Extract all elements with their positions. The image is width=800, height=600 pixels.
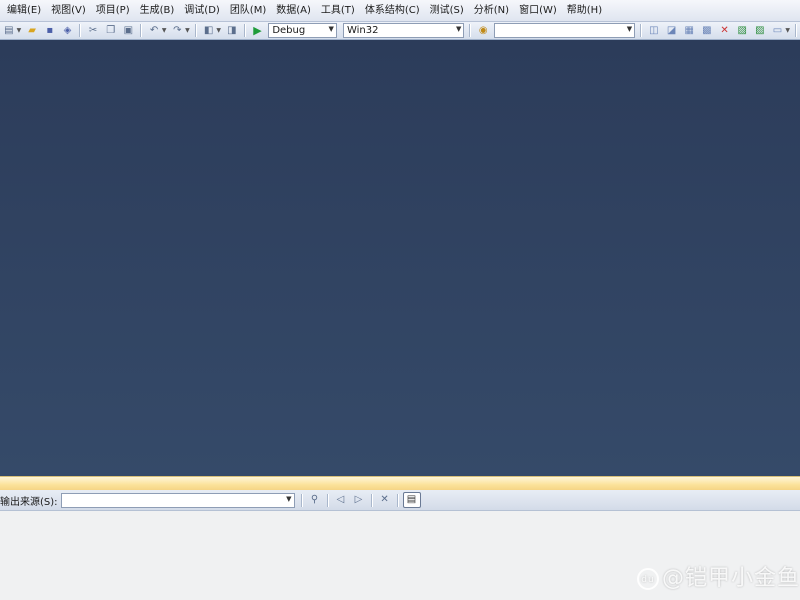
watermark: du @铠甲小金鱼	[636, 560, 800, 592]
navigate-backward-dropdown-icon[interactable]: ▼	[216, 27, 221, 34]
editor-workspace	[0, 40, 800, 476]
toolbar-separator	[194, 24, 197, 37]
solution-configuration-select[interactable]: Debug ▼	[268, 23, 337, 38]
tools-icon[interactable]: ✕	[717, 24, 733, 38]
menu-window[interactable]: 窗口(W)	[514, 2, 562, 20]
new-project-dropdown-icon[interactable]: ▼	[17, 27, 22, 34]
redo-icon[interactable]: ↷	[169, 24, 185, 38]
menu-view[interactable]: 视图(V)	[46, 2, 91, 20]
find-in-files-icon[interactable]: ◉	[475, 24, 491, 38]
save-all-icon[interactable]: ◈	[60, 24, 76, 38]
object-browser-icon[interactable]: ▦	[681, 24, 697, 38]
output-source-label: 输出来源(S):	[0, 496, 58, 508]
toggle-word-wrap-icon[interactable]: ▤	[402, 492, 421, 508]
menu-bar: 编辑(E) 视图(V) 项目(P) 生成(B) 调试(D) 团队(M) 数据(A…	[0, 0, 800, 22]
menu-team[interactable]: 团队(M)	[225, 2, 271, 20]
start-page-icon[interactable]: ▧	[734, 24, 750, 38]
baidu-paw-icon: du	[636, 568, 659, 590]
output-source-select[interactable]: ▼	[60, 492, 295, 508]
toolbox-icon[interactable]: ▩	[699, 24, 715, 38]
find-combo[interactable]: ▼	[494, 23, 636, 38]
menu-tools[interactable]: 工具(T)	[316, 2, 360, 20]
toolbar-separator	[326, 493, 329, 507]
menu-debug[interactable]: 调试(D)	[179, 2, 225, 20]
find-message-icon[interactable]: ⚲	[307, 493, 323, 507]
toolbar-separator	[640, 24, 643, 37]
save-icon[interactable]: ▪	[42, 24, 58, 38]
next-message-icon[interactable]: ▷	[351, 493, 367, 507]
menu-edit[interactable]: 编辑(E)	[2, 2, 46, 20]
toolbar-separator	[140, 24, 143, 37]
panel-splitter[interactable]	[0, 476, 800, 490]
clear-all-icon[interactable]: ✕	[377, 493, 393, 507]
command-window-icon[interactable]: ▭	[770, 24, 786, 38]
solution-platform-value: Win32	[346, 25, 379, 36]
menu-build[interactable]: 生成(B)	[135, 2, 180, 20]
solution-configuration-value: Debug	[272, 25, 306, 36]
navigate-forward-icon[interactable]: ◨	[224, 24, 240, 38]
solution-platform-select[interactable]: Win32 ▼	[342, 23, 465, 38]
solution-explorer-icon[interactable]: ◫	[646, 24, 662, 38]
menu-project[interactable]: 项目(P)	[91, 2, 135, 20]
toolbar-separator	[243, 24, 246, 37]
toolbar-separator	[396, 493, 399, 507]
open-folder-icon[interactable]: ▰	[24, 24, 40, 38]
toolbar-separator	[794, 24, 797, 37]
start-debugging-icon[interactable]: ▶	[250, 24, 266, 38]
redo-dropdown-icon[interactable]: ▼	[185, 27, 190, 34]
new-project-icon[interactable]: ▤	[1, 24, 17, 38]
undo-dropdown-icon[interactable]: ▼	[162, 27, 167, 34]
copy-icon[interactable]: ❐	[103, 24, 119, 38]
toolbar-separator	[370, 493, 373, 507]
menu-data[interactable]: 数据(A)	[271, 2, 316, 20]
chevron-down-icon: ▼	[328, 25, 334, 33]
menu-test[interactable]: 测试(S)	[425, 2, 469, 20]
toolbar-separator	[300, 493, 303, 507]
previous-message-icon[interactable]: ◁	[333, 493, 349, 507]
menu-architecture[interactable]: 体系结构(C)	[360, 2, 425, 20]
standard-toolbar: ▤ ▼ ▰ ▪ ◈ ✂ ❐ ▣ ↶ ▼ ↷ ▼ ◧ ▼ ◨ ▶ Debug ▼ …	[0, 22, 800, 40]
menu-analyze[interactable]: 分析(N)	[469, 2, 514, 20]
watermark-text: @铠甲小金鱼	[661, 566, 800, 591]
menu-help[interactable]: 帮助(H)	[562, 2, 607, 20]
navigate-backward-icon[interactable]: ◧	[201, 24, 217, 38]
toolbar-separator	[469, 24, 472, 37]
toolbar-separator	[79, 24, 82, 37]
undo-icon[interactable]: ↶	[146, 24, 162, 38]
properties-window-icon[interactable]: ◪	[664, 24, 680, 38]
chevron-down-icon: ▼	[456, 25, 462, 33]
cut-icon[interactable]: ✂	[85, 24, 101, 38]
chevron-down-icon: ▼	[626, 25, 633, 33]
paste-icon[interactable]: ▣	[121, 24, 137, 38]
toolbar-options-dropdown-icon[interactable]: ▼	[785, 27, 790, 34]
extension-manager-icon[interactable]: ▨	[752, 24, 768, 38]
chevron-down-icon: ▼	[286, 494, 292, 503]
output-toolbar: 输出来源(S): ▼ ⚲ ◁ ▷ ✕ ▤	[0, 490, 800, 511]
